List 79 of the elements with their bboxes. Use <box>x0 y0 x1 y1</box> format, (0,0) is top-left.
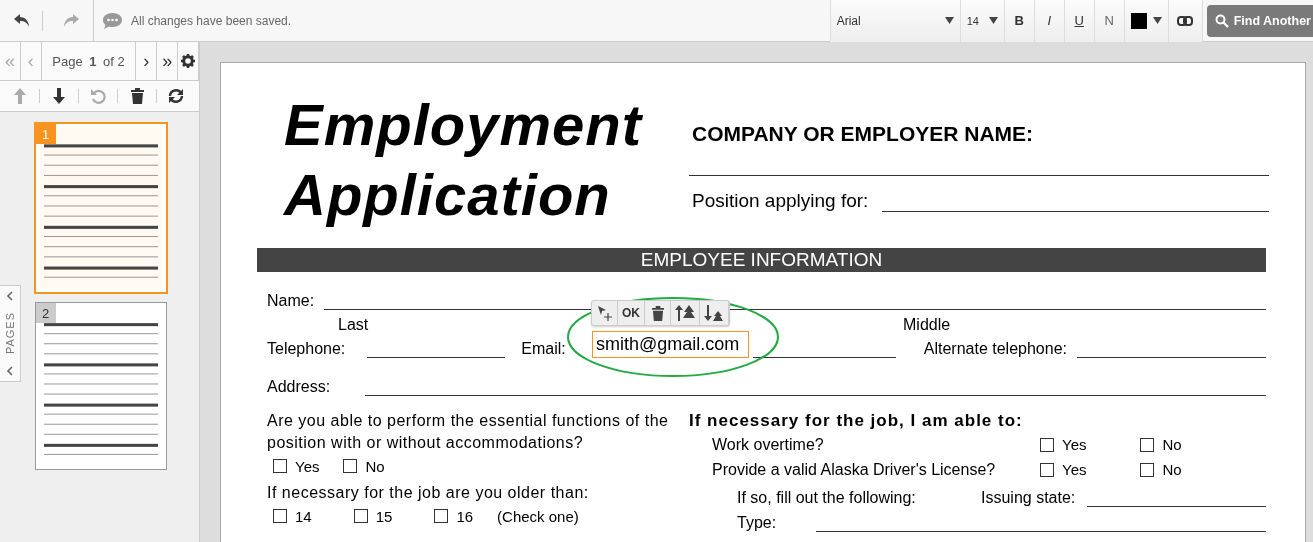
field-label: Type: <box>737 514 777 532</box>
question-text: Are you able to perform the essential functions of the position with or without accommodations? <box>267 411 670 453</box>
trash-icon <box>651 305 664 321</box>
option-label: Yes <box>1062 461 1087 478</box>
page-number-badge: 1 <box>35 124 56 144</box>
comment-icon <box>102 11 123 30</box>
font-size-dropdown[interactable]: 14 <box>960 0 1005 42</box>
bring-forward-icon <box>675 305 695 321</box>
checkbox[interactable] <box>1140 462 1155 477</box>
section-heading: If necessary for the job, I am able to: <box>689 410 1024 432</box>
page-indicator: Page 1 of 2 <box>41 42 137 80</box>
option-label: No <box>1162 436 1182 453</box>
caret-icon <box>988 17 998 24</box>
option-label: 16 <box>456 507 474 525</box>
trash-icon <box>130 88 144 104</box>
checkbox[interactable] <box>1040 437 1054 452</box>
search-icon <box>1214 13 1229 28</box>
link-icon <box>1177 15 1194 26</box>
find-another-button[interactable]: Find Another <box>1206 4 1313 37</box>
settings-button[interactable] <box>178 42 199 80</box>
caret-icon <box>944 17 954 24</box>
field-label: Email: <box>521 340 566 358</box>
employer-label: COMPANY OR EMPLOYER NAME: <box>692 121 1035 147</box>
chevron-icon <box>6 291 14 302</box>
form-title: Employment <box>284 91 644 159</box>
question-text: If necessary for the job are you older than: <box>267 483 590 503</box>
text-input[interactable]: smith@gmail.com <box>592 331 749 358</box>
chevron-icon <box>6 365 14 376</box>
next-page-button[interactable]: › <box>136 42 158 80</box>
page-number-badge: 2 <box>35 303 56 323</box>
pages-tab[interactable]: PAGES <box>0 285 21 382</box>
last-page-button[interactable]: » <box>157 42 179 80</box>
question-text: Work overtime? <box>712 435 825 454</box>
page-thumbnail[interactable]: 2 <box>34 302 167 470</box>
option-label: Yes <box>1062 436 1087 453</box>
save-status: All changes have been saved. <box>131 13 292 28</box>
option-label: No <box>365 457 385 475</box>
option-label: 15 <box>375 507 393 525</box>
arrow-up-icon <box>14 88 26 104</box>
bold-button[interactable]: B <box>1004 0 1035 42</box>
italic-button[interactable]: I <box>1034 0 1065 42</box>
arrow-down-icon <box>53 88 65 104</box>
checkbox[interactable] <box>273 459 287 473</box>
normal-button[interactable]: N <box>1094 0 1125 42</box>
field-label: Telephone: <box>267 340 346 358</box>
option-label: Yes <box>295 457 320 475</box>
field-label: Issuing state: <box>981 489 1076 507</box>
send-backward-icon <box>704 305 724 321</box>
option-label: 14 <box>295 507 312 525</box>
settings-icon <box>181 54 195 68</box>
position-label: Position applying for: <box>692 190 869 212</box>
ok-button[interactable]: OK <box>618 301 645 325</box>
field-label: Name: <box>267 292 315 310</box>
checkbox[interactable] <box>273 509 287 523</box>
question-text: Provide a valid Alaska Driver's License? <box>712 460 997 479</box>
font-dropdown[interactable]: Arial <box>830 0 961 42</box>
option-label: No <box>1162 461 1182 478</box>
refresh-icon <box>167 88 185 104</box>
checkbox[interactable] <box>1140 437 1155 452</box>
field-label: Alternate telephone: <box>923 340 1067 358</box>
checkbox[interactable] <box>434 509 449 523</box>
undo-icon <box>90 88 106 104</box>
field-caption: Last <box>338 316 369 334</box>
redo-icon <box>62 12 80 29</box>
checkbox[interactable] <box>343 459 358 473</box>
caret-icon <box>1152 17 1162 24</box>
underline-button[interactable]: U <box>1064 0 1095 42</box>
field-label: Address: <box>267 378 331 396</box>
move-icon <box>596 305 613 321</box>
link-button[interactable] <box>1168 0 1203 42</box>
undo-icon <box>13 12 31 29</box>
field-caption: Middle <box>903 316 951 334</box>
hint-text: (Check one) <box>497 507 579 525</box>
field-label: If so, fill out the following: <box>737 489 917 507</box>
text-color-dropdown[interactable] <box>1124 0 1169 42</box>
form-title: Application <box>284 161 612 229</box>
checkbox[interactable] <box>1040 462 1054 477</box>
section-header: EMPLOYEE INFORMATION <box>257 248 1266 272</box>
checkbox[interactable] <box>353 509 368 523</box>
